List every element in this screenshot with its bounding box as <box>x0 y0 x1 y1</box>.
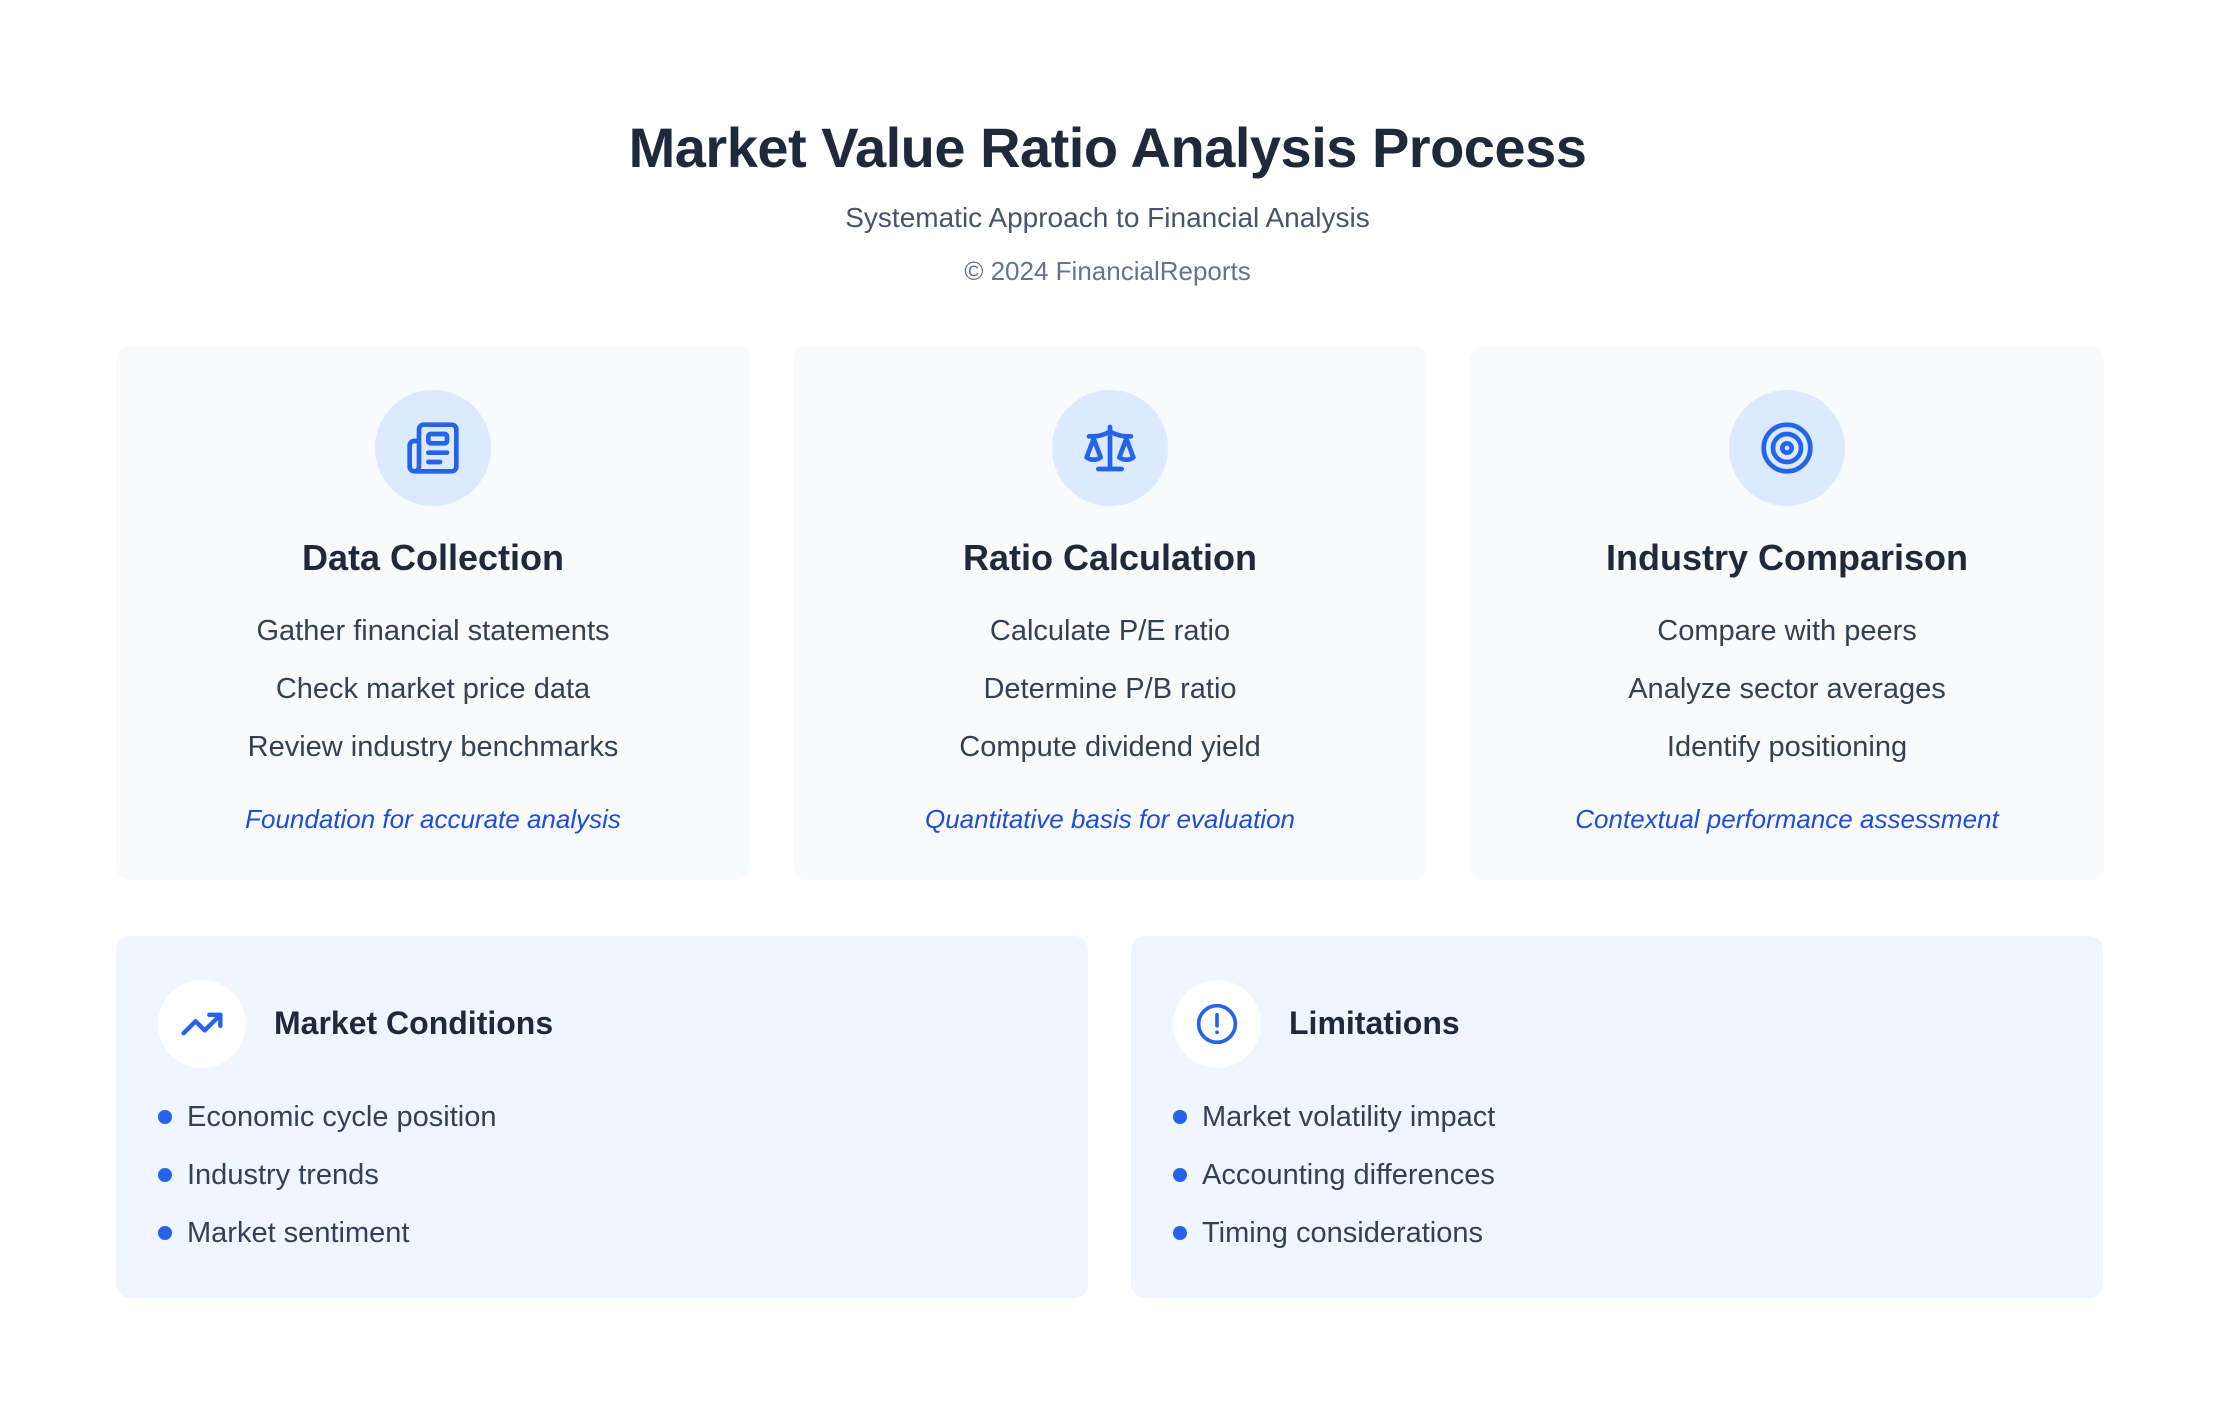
card-item: Review industry benchmarks <box>247 731 619 763</box>
card-item: Compare with peers <box>1657 615 1917 647</box>
page: Market Value Ratio Analysis Process Syst… <box>0 0 2215 1411</box>
panel-title: Market Conditions <box>274 1005 554 1041</box>
list-item-label: Industry trends <box>187 1159 379 1191</box>
list-item: Accounting differences <box>1173 1156 1495 1214</box>
card-item: Compute dividend yield <box>959 731 1261 763</box>
list-item-label: Timing considerations <box>1202 1217 1483 1249</box>
card-item-list: Calculate P/E ratio Determine P/B ratio … <box>793 612 1427 786</box>
card-item-list: Gather financial statements Check market… <box>116 612 750 786</box>
exclamation-circle-icon <box>1173 980 1261 1068</box>
card-item: Check market price data <box>275 673 591 705</box>
list-item: Market volatility impact <box>1173 1098 1495 1156</box>
panel-item-list: Economic cycle position Industry trends … <box>158 1098 496 1272</box>
list-item-label: Economic cycle position <box>187 1101 497 1133</box>
trending-up-icon <box>158 980 246 1068</box>
copyright-text: © 2024 FinancialReports <box>964 256 1251 286</box>
bullet-icon <box>1173 1226 1187 1240</box>
page-title: Market Value Ratio Analysis Process <box>628 116 1587 179</box>
panel-title: Limitations <box>1289 1005 1460 1041</box>
panel-limitations: Limitations Market volatility impact Acc… <box>1131 936 2103 1298</box>
card-item: Identify positioning <box>1666 731 1908 763</box>
card-note: Contextual performance assessment <box>1575 804 1999 834</box>
panel-market-conditions: Market Conditions Economic cycle positio… <box>116 936 1088 1298</box>
bullet-icon <box>158 1168 172 1182</box>
card-item: Calculate P/E ratio <box>989 615 1231 647</box>
step-card-data-collection: Data Collection Gather financial stateme… <box>116 346 750 880</box>
panel-item-list: Market volatility impact Accounting diff… <box>1173 1098 1495 1272</box>
balance-scale-icon <box>1052 390 1168 506</box>
bullet-icon <box>158 1226 172 1240</box>
card-item: Analyze sector averages <box>1628 673 1946 705</box>
bullet-icon <box>158 1110 172 1124</box>
bullet-icon <box>1173 1110 1187 1124</box>
card-item: Gather financial statements <box>256 615 610 647</box>
list-item: Economic cycle position <box>158 1098 496 1156</box>
list-item: Industry trends <box>158 1156 496 1214</box>
list-item-label: Accounting differences <box>1202 1159 1495 1191</box>
card-title: Industry Comparison <box>1605 537 1969 578</box>
target-icon <box>1729 390 1845 506</box>
card-title: Ratio Calculation <box>962 537 1258 578</box>
list-item: Market sentiment <box>158 1214 496 1272</box>
step-card-industry-comparison: Industry Comparison Compare with peers A… <box>1470 346 2104 880</box>
list-item-label: Market volatility impact <box>1202 1101 1496 1133</box>
newspaper-icon <box>375 390 491 506</box>
card-item: Determine P/B ratio <box>983 673 1237 705</box>
list-item: Timing considerations <box>1173 1214 1495 1272</box>
card-item-list: Compare with peers Analyze sector averag… <box>1470 612 2104 786</box>
bullet-icon <box>1173 1168 1187 1182</box>
list-item-label: Market sentiment <box>187 1217 410 1249</box>
page-subtitle: Systematic Approach to Financial Analysi… <box>845 202 1370 233</box>
card-note: Quantitative basis for evaluation <box>925 804 1295 834</box>
step-card-ratio-calculation: Ratio Calculation Calculate P/E ratio De… <box>793 346 1427 880</box>
card-title: Data Collection <box>301 537 565 578</box>
card-note: Foundation for accurate analysis <box>245 804 621 834</box>
